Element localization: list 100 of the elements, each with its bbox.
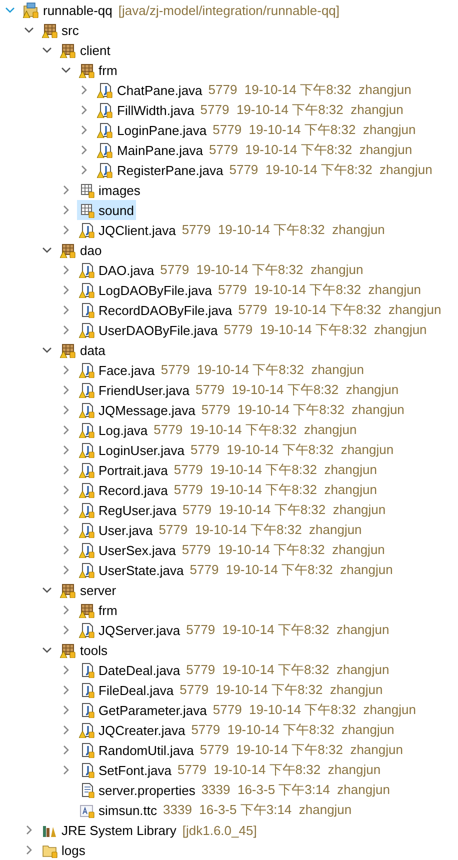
- item-details: [jdk1.6.0_45]: [182, 822, 257, 838]
- expand-chevron-icon[interactable]: [24, 825, 34, 835]
- tree-item[interactable]: FillWidth.java: [95, 100, 196, 120]
- tree-item[interactable]: SetFont.java: [76, 760, 174, 780]
- expand-chevron-icon[interactable]: [60, 425, 70, 435]
- tree-item[interactable]: JQServer.java: [76, 620, 182, 640]
- collapse-chevron-icon[interactable]: [42, 245, 52, 255]
- tree-item[interactable]: JQClient.java: [76, 220, 178, 240]
- item-details: 5779 19-10-14 下午8:32 zhangjun: [229, 161, 432, 179]
- item-details: 5779 19-10-14 下午8:32 zhangjun: [160, 261, 364, 279]
- expand-chevron-icon[interactable]: [60, 765, 70, 775]
- tree-item[interactable]: src: [40, 20, 81, 40]
- expand-chevron-icon[interactable]: [60, 545, 70, 555]
- expand-chevron-icon[interactable]: [60, 685, 70, 695]
- tree-item[interactable]: LoginPane.java: [95, 120, 209, 140]
- tree-item[interactable]: frm: [76, 600, 120, 620]
- tree-item[interactable]: RegisterPane.java: [95, 160, 226, 180]
- tree-item[interactable]: dao: [58, 240, 104, 260]
- item-name: LoginUser.java: [98, 442, 184, 458]
- tree-item[interactable]: logs: [40, 840, 88, 860]
- collapse-chevron-icon[interactable]: [42, 345, 52, 355]
- expand-chevron-icon[interactable]: [60, 485, 70, 495]
- tree-item[interactable]: FileDeal.java: [76, 680, 176, 700]
- tree-item[interactable]: JQCreater.java: [76, 720, 188, 740]
- tree-item[interactable]: server: [58, 580, 118, 600]
- expand-chevron-icon[interactable]: [79, 125, 89, 135]
- tree-item[interactable]: ChatPane.java: [95, 80, 204, 100]
- tree-item[interactable]: tools: [58, 640, 110, 660]
- collapse-chevron-icon[interactable]: [42, 585, 52, 595]
- tree-item[interactable]: LoginUser.java: [76, 440, 186, 460]
- tree-item[interactable]: User.java: [76, 520, 155, 540]
- tree-item[interactable]: Face.java: [76, 360, 157, 380]
- tree-item[interactable]: simsun.ttc: [76, 800, 160, 820]
- expand-chevron-icon[interactable]: [60, 285, 70, 295]
- item-details: [java/zj-model/integration/runnable-qq]: [118, 2, 340, 18]
- item-details: 3339 16-3-5 下午3:14 zhangjun: [163, 801, 352, 819]
- expand-chevron-icon[interactable]: [60, 385, 70, 395]
- item-details: 5779 19-10-14 下午8:32 zhangjun: [154, 421, 357, 439]
- expand-chevron-icon[interactable]: [60, 265, 70, 275]
- tree-item[interactable]: FriendUser.java: [76, 380, 192, 400]
- tree-item[interactable]: JRE System Library: [40, 820, 178, 840]
- collapse-chevron-icon[interactable]: [42, 45, 52, 55]
- expand-chevron-icon[interactable]: [60, 625, 70, 635]
- tree-item[interactable]: UserState.java: [76, 560, 186, 580]
- tree-item[interactable]: runnable-qq: [21, 0, 114, 20]
- expand-chevron-icon[interactable]: [60, 565, 70, 575]
- tree-item[interactable]: frm: [76, 60, 120, 80]
- item-name: data: [80, 342, 106, 358]
- item-name: UserState.java: [98, 562, 184, 578]
- expand-chevron-icon[interactable]: [60, 525, 70, 535]
- expand-chevron-icon[interactable]: [60, 305, 70, 315]
- tree-item[interactable]: DAO.java: [76, 260, 156, 280]
- item-name: JQServer.java: [98, 622, 180, 638]
- tree-item[interactable]: Portrait.java: [76, 460, 170, 480]
- tree-item[interactable]: RegUser.java: [76, 500, 179, 520]
- tree-item[interactable]: JQMessage.java: [76, 400, 198, 420]
- item-details: 5779 19-10-14 下午8:32 zhangjun: [209, 141, 412, 159]
- collapse-chevron-icon[interactable]: [24, 25, 34, 35]
- expand-chevron-icon[interactable]: [60, 705, 70, 715]
- tree-item[interactable]: Log.java: [76, 420, 150, 440]
- item-name: FriendUser.java: [98, 382, 190, 398]
- tree-item[interactable]: RandomUtil.java: [76, 740, 196, 760]
- item-name: User.java: [98, 522, 153, 538]
- expand-chevron-icon[interactable]: [60, 605, 70, 615]
- tree-item[interactable]: Record.java: [76, 480, 170, 500]
- expand-chevron-icon[interactable]: [60, 465, 70, 475]
- expand-chevron-icon[interactable]: [60, 225, 70, 235]
- expand-chevron-icon[interactable]: [60, 445, 70, 455]
- tree-item[interactable]: images: [76, 180, 142, 200]
- expand-chevron-icon[interactable]: [60, 505, 70, 515]
- expand-chevron-icon[interactable]: [60, 185, 70, 195]
- expand-chevron-icon[interactable]: [79, 165, 89, 175]
- tree-item[interactable]: UserSex.java: [76, 540, 178, 560]
- expand-chevron-icon[interactable]: [60, 205, 70, 215]
- expand-chevron-icon[interactable]: [24, 845, 34, 855]
- item-name: sound: [98, 202, 134, 218]
- tree-item[interactable]: UserDAOByFile.java: [76, 320, 220, 340]
- item-name: tools: [80, 642, 108, 658]
- tree-item[interactable]: client: [58, 40, 112, 60]
- collapse-chevron-icon[interactable]: [42, 645, 52, 655]
- collapse-chevron-icon[interactable]: [5, 5, 15, 15]
- tree-item[interactable]: data: [58, 340, 108, 360]
- tree-item[interactable]: MainPane.java: [95, 140, 205, 160]
- tree-item[interactable]: RecordDAOByFile.java: [76, 300, 234, 320]
- expand-chevron-icon[interactable]: [60, 725, 70, 735]
- item-name: LogDAOByFile.java: [98, 282, 212, 298]
- expand-chevron-icon[interactable]: [60, 325, 70, 335]
- tree-item[interactable]: LogDAOByFile.java: [76, 280, 214, 300]
- tree-item[interactable]: server.properties: [76, 780, 198, 800]
- tree-item[interactable]: DateDeal.java: [76, 660, 182, 680]
- expand-chevron-icon[interactable]: [60, 665, 70, 675]
- expand-chevron-icon[interactable]: [79, 105, 89, 115]
- tree-item[interactable]: GetParameter.java: [76, 700, 209, 720]
- collapse-chevron-icon[interactable]: [60, 65, 70, 75]
- expand-chevron-icon[interactable]: [60, 365, 70, 375]
- expand-chevron-icon[interactable]: [60, 405, 70, 415]
- expand-chevron-icon[interactable]: [79, 145, 89, 155]
- expand-chevron-icon[interactable]: [79, 85, 89, 95]
- expand-chevron-icon[interactable]: [60, 745, 70, 755]
- tree-item[interactable]: sound: [76, 200, 136, 220]
